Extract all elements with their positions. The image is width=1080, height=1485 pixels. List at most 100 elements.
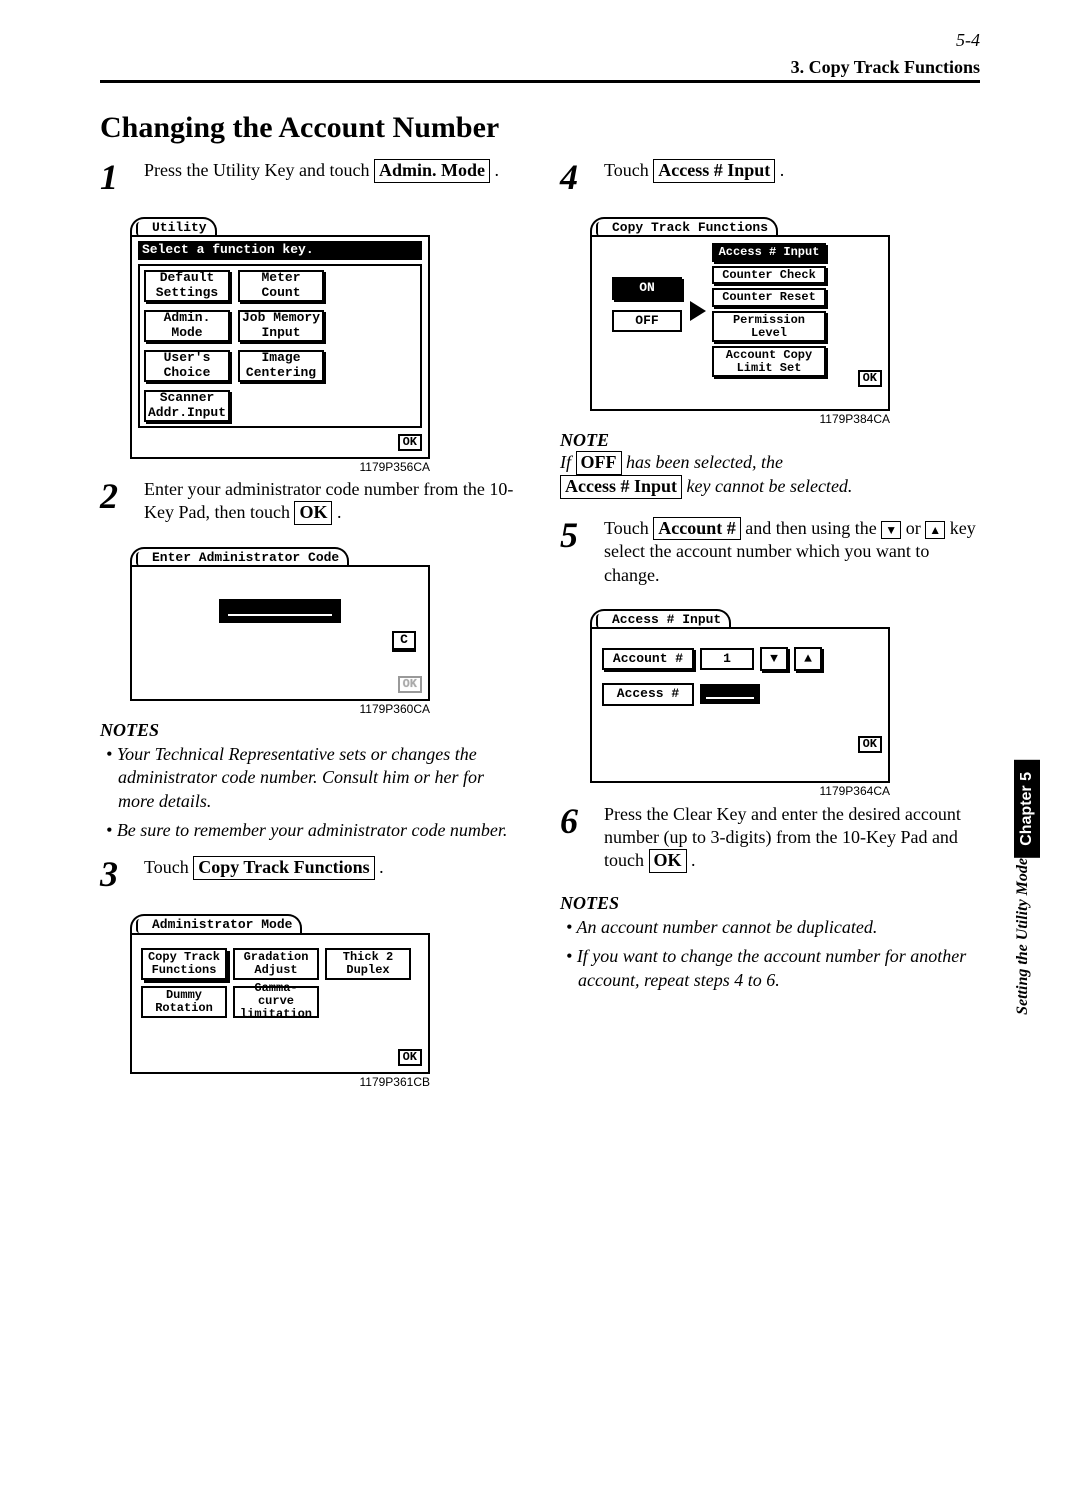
opt-counter-reset[interactable]: Counter Reset (712, 288, 826, 307)
step-number: 3 (100, 856, 128, 892)
access-input[interactable] (700, 684, 760, 704)
ok-button[interactable]: OK (858, 736, 882, 753)
fn-dummy-rotation[interactable]: Dummy Rotation (141, 986, 227, 1018)
step-3: 3 Touch Copy Track Functions . (100, 856, 520, 892)
step-text: or (906, 518, 926, 538)
step-text: Touch (604, 518, 653, 538)
fn-copy-track-functions[interactable]: Copy Track Functions (141, 948, 227, 980)
ok-button[interactable]: OK (398, 1049, 422, 1066)
step-text: Touch (144, 857, 193, 877)
figure-caption: 1179P384CA (590, 413, 890, 426)
notes-heading: NOTES (560, 893, 980, 914)
step-1: 1 Press the Utility Key and touch Admin.… (100, 159, 520, 195)
step-text: . (691, 850, 696, 870)
access-input-screen: Access # Input Account # 1 ▼ ▲ Access # … (590, 607, 890, 798)
clear-button[interactable]: C (392, 631, 416, 649)
fn-job-memory-input[interactable]: Job Memory Input (238, 310, 324, 342)
opt-access-input[interactable]: Access # Input (712, 243, 826, 262)
note-text: has been selected, the (626, 452, 783, 472)
note-item: An account number cannot be duplicated. (566, 916, 980, 939)
ok-button[interactable]: OK (398, 434, 422, 451)
step-number: 5 (560, 517, 588, 587)
arrow-icon (690, 301, 706, 321)
fn-scanner-addr-input[interactable]: Scanner Addr.Input (144, 390, 230, 422)
step-text: and then using the (745, 518, 881, 538)
note-text: key cannot be selected. (687, 476, 853, 496)
admin-mode-key: Admin. Mode (374, 159, 490, 183)
screen-title: Copy Track Functions (600, 220, 768, 235)
access-input-key: Access # Input (560, 475, 682, 499)
off-key: OFF (576, 451, 622, 475)
chapter-desc: Setting the Utility Mode (1014, 858, 1032, 1029)
step-number: 4 (560, 159, 588, 195)
note-item: Be sure to remember your administrator c… (106, 819, 520, 842)
fn-meter-count[interactable]: Meter Count (238, 270, 324, 302)
step-6: 6 Press the Clear Key and enter the desi… (560, 803, 980, 873)
notes-heading: NOTES (100, 720, 520, 741)
account-key: Account # (653, 517, 741, 541)
note-heading: NOTE (560, 430, 980, 451)
step-5: 5 Touch Account # and then using the ▼ o… (560, 517, 980, 587)
opt-account-copy-limit-set[interactable]: Account Copy Limit Set (712, 346, 826, 377)
code-input[interactable] (219, 599, 341, 623)
page-title: Changing the Account Number (100, 111, 980, 145)
fn-gamma-curve-limitation[interactable]: Gamma- curve limitation (233, 986, 319, 1018)
step-text: Touch (604, 160, 653, 180)
section-breadcrumb: 3. Copy Track Functions (100, 57, 980, 78)
screen-title: Enter Administrator Code (140, 550, 339, 565)
access-input-key: Access # Input (653, 159, 775, 183)
step-text: . (494, 160, 499, 180)
screen-subtitle: Select a function key. (138, 241, 422, 259)
figure-caption: 1179P356CA (130, 461, 430, 474)
opt-counter-check[interactable]: Counter Check (712, 266, 826, 285)
step-number: 1 (100, 159, 128, 195)
notes-list: Your Technical Representative sets or ch… (106, 743, 520, 843)
step-text: . (337, 502, 342, 522)
access-label: Access # (602, 683, 694, 705)
step-number: 6 (560, 803, 588, 873)
copy-track-functions-key: Copy Track Functions (193, 856, 374, 880)
admin-code-screen: Enter Administrator Code C OK 1179P360CA (130, 545, 430, 716)
step-2: 2 Enter your administrator code number f… (100, 478, 520, 525)
fn-users-choice[interactable]: User's Choice (144, 350, 230, 382)
down-arrow-icon: ▼ (881, 521, 901, 539)
utility-screen: Utility Select a function key. Default S… (130, 215, 430, 474)
up-button[interactable]: ▲ (794, 647, 822, 671)
step-text: . (379, 857, 384, 877)
screen-title: Access # Input (600, 612, 721, 627)
account-button[interactable]: Account # (602, 648, 694, 670)
notes-list: An account number cannot be duplicated. … (566, 916, 980, 992)
fn-gradation-adjust[interactable]: Gradation Adjust (233, 948, 319, 980)
step-text: . (780, 160, 785, 180)
toggle-on[interactable]: ON (612, 277, 682, 299)
step-4: 4 Touch Access # Input . (560, 159, 980, 195)
figure-caption: 1179P360CA (130, 703, 430, 716)
fn-default-settings[interactable]: Default Settings (144, 270, 230, 302)
down-button[interactable]: ▼ (760, 647, 788, 671)
ok-button[interactable]: OK (398, 676, 422, 693)
screen-title: Utility (140, 220, 207, 235)
figure-caption: 1179P364CA (590, 785, 890, 798)
account-value: 1 (700, 648, 754, 670)
page-number: 5-4 (100, 30, 980, 51)
copy-track-functions-screen: Copy Track Functions ON OFF Access # Inp… (590, 215, 890, 426)
opt-permission-level[interactable]: Permission Level (712, 311, 826, 342)
note-item: If you want to change the account number… (566, 945, 980, 992)
fn-admin-mode[interactable]: Admin. Mode (144, 310, 230, 342)
step-text: Press the Utility Key and touch (144, 160, 374, 180)
note-text: If (560, 452, 576, 472)
ok-button[interactable]: OK (858, 370, 882, 387)
header-rule (100, 80, 980, 83)
step-number: 2 (100, 478, 128, 525)
figure-caption: 1179P361CB (130, 1076, 430, 1089)
chapter-tab: Chapter 5 Setting the Utility Mode (1014, 760, 1042, 1080)
fn-image-centering[interactable]: Image Centering (238, 350, 324, 382)
screen-title: Administrator Mode (140, 917, 292, 932)
chapter-label: Chapter 5 (1014, 760, 1040, 858)
up-arrow-icon: ▲ (925, 521, 945, 539)
admin-mode-screen: Administrator Mode Copy Track Functions … (130, 912, 430, 1089)
toggle-off[interactable]: OFF (612, 310, 682, 332)
fn-thick2-duplex[interactable]: Thick 2 Duplex (325, 948, 411, 980)
note-item: Your Technical Representative sets or ch… (106, 743, 520, 813)
ok-key: OK (294, 501, 332, 525)
